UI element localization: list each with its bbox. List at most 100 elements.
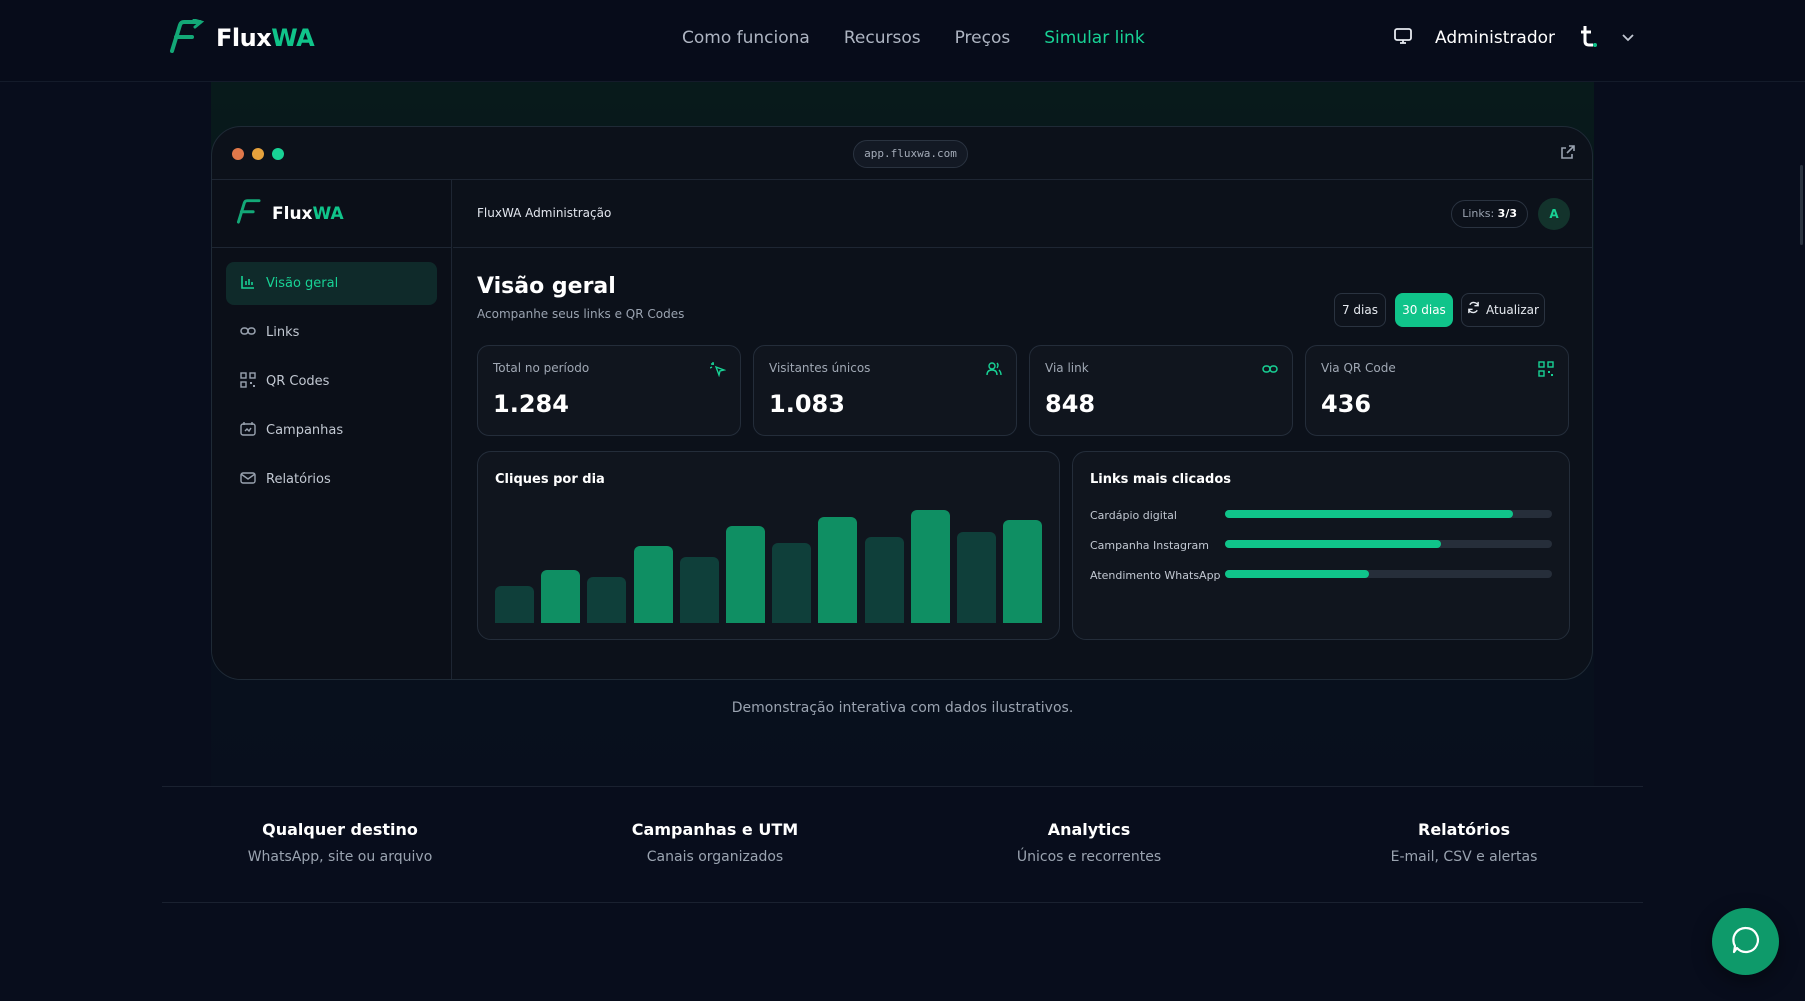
top-link-label: Atendimento WhatsApp bbox=[1090, 569, 1221, 582]
top-navbar: FluxWA Como funciona Recursos Preços Sim… bbox=[0, 0, 1805, 82]
sidebar-item-visao-geral[interactable]: Visão geral bbox=[226, 262, 437, 305]
app-topbar-title: FluxWA Administração bbox=[477, 206, 612, 220]
nav-link-simular-link[interactable]: Simular link bbox=[1044, 28, 1144, 48]
chart-bar bbox=[495, 586, 534, 623]
link-icon bbox=[240, 323, 256, 343]
campaign-icon bbox=[240, 421, 256, 441]
range-7-days-button[interactable]: 7 dias bbox=[1334, 293, 1386, 327]
chevron-down-icon[interactable] bbox=[1621, 29, 1635, 48]
feature-qualquer-destino: Qualquer destino WhatsApp, site ou arqui… bbox=[190, 820, 490, 865]
feature-title: Relatórios bbox=[1418, 820, 1510, 839]
top-link-label: Campanha Instagram bbox=[1090, 539, 1210, 552]
feature-title: Analytics bbox=[1047, 820, 1131, 839]
chart-bar bbox=[726, 526, 765, 623]
window-controls bbox=[232, 148, 284, 160]
stat-label: Visitantes únicos bbox=[769, 361, 871, 375]
nav-link-recursos[interactable]: Recursos bbox=[844, 28, 921, 48]
avatar[interactable]: A bbox=[1538, 198, 1570, 230]
feature-subtitle: Únicos e recorrentes bbox=[1016, 849, 1162, 865]
qr-code-icon bbox=[1538, 361, 1554, 381]
sidebar-item-relatorios[interactable]: Relatórios bbox=[226, 458, 437, 501]
stat-value: 436 bbox=[1321, 390, 1372, 418]
stat-value: 1.083 bbox=[769, 390, 845, 418]
nav-link-precos[interactable]: Preços bbox=[955, 28, 1011, 48]
scrollbar-thumb[interactable] bbox=[1800, 165, 1803, 245]
bar-chart-icon bbox=[240, 274, 256, 294]
flux-logo-icon bbox=[234, 198, 262, 229]
refresh-button[interactable]: Atualizar bbox=[1461, 293, 1545, 327]
chart-bar bbox=[679, 557, 719, 623]
sidebar-item-label: QR Codes bbox=[266, 374, 330, 389]
top-link-label: Cardápio digital bbox=[1090, 509, 1177, 522]
nav-link-como-funciona[interactable]: Como funciona bbox=[682, 28, 810, 48]
nav-right: Administrador bbox=[1393, 24, 1635, 52]
chart-bar bbox=[818, 517, 858, 623]
chart-bar bbox=[587, 577, 627, 623]
chat-bubble-icon bbox=[1731, 925, 1761, 959]
stat-card-via-qr-code: Via QR Code 436 bbox=[1305, 345, 1569, 436]
feature-title: Campanhas e UTM bbox=[631, 820, 799, 839]
sidebar-item-label: Visão geral bbox=[266, 276, 339, 291]
link-icon bbox=[1262, 361, 1278, 381]
pointer-click-icon bbox=[709, 361, 727, 381]
users-icon bbox=[986, 361, 1002, 381]
feature-relatorios: Relatórios E-mail, CSV e alertas bbox=[1314, 820, 1614, 865]
chart-bar bbox=[1003, 519, 1043, 623]
stats-cards: Total no período 1.284 Visitantes únicos… bbox=[477, 345, 1569, 436]
chart-title: Cliques por dia bbox=[495, 472, 605, 487]
sidebar-item-campanhas[interactable]: Campanhas bbox=[226, 409, 437, 452]
chart-bar bbox=[910, 510, 950, 623]
refresh-label: Atualizar bbox=[1486, 303, 1539, 317]
stat-label: Via link bbox=[1045, 361, 1089, 375]
sidebar-menu: Visão geral Links QR Codes Campanhas Rel… bbox=[212, 248, 451, 521]
window-dot-maximize bbox=[272, 148, 284, 160]
monitor-icon[interactable] bbox=[1393, 27, 1413, 49]
app-brand: FluxWA bbox=[272, 203, 344, 224]
window-dot-minimize bbox=[252, 148, 264, 160]
site-logo[interactable]: FluxWA bbox=[166, 18, 315, 57]
app-main: FluxWA Administração Links: 3/3 A Visão … bbox=[453, 180, 1592, 679]
feature-subtitle: WhatsApp, site ou arquivo bbox=[247, 849, 433, 865]
links-quota-badge: Links: 3/3 bbox=[1451, 200, 1528, 228]
top-link-track bbox=[1225, 510, 1552, 518]
divider-top bbox=[162, 786, 1643, 787]
mail-icon bbox=[240, 470, 256, 490]
nav-links: Como funciona Recursos Preços Simular li… bbox=[682, 28, 1145, 48]
feature-campanhas-utm: Campanhas e UTM Canais organizados bbox=[565, 820, 865, 865]
top-links-title: Links mais clicados bbox=[1090, 472, 1232, 487]
feature-subtitle: Canais organizados bbox=[646, 849, 784, 865]
feature-title: Qualquer destino bbox=[262, 820, 418, 839]
stat-card-via-link: Via link 848 bbox=[1029, 345, 1293, 436]
top-link-track bbox=[1225, 540, 1552, 548]
sidebar-item-links[interactable]: Links bbox=[226, 311, 437, 354]
app-logo[interactable]: FluxWA bbox=[212, 180, 451, 248]
clicks-per-day-panel: Cliques por dia bbox=[477, 451, 1060, 640]
page-title: Visão geral bbox=[477, 274, 616, 299]
feature-subtitle: E-mail, CSV e alertas bbox=[1390, 849, 1538, 865]
top-link-fill bbox=[1225, 540, 1441, 548]
external-link-icon[interactable] bbox=[1560, 144, 1576, 164]
stat-label: Via QR Code bbox=[1321, 361, 1396, 375]
address-bar: app.fluxwa.com bbox=[853, 140, 968, 168]
tumblr-icon[interactable] bbox=[1577, 24, 1599, 52]
app-sidebar: FluxWA Visão geral Links QR Codes Campan… bbox=[212, 180, 452, 679]
window-titlebar: app.fluxwa.com bbox=[212, 127, 1592, 180]
top-links-panel: Links mais clicados Cardápio digital Cam… bbox=[1072, 451, 1570, 640]
chart-bar bbox=[957, 532, 996, 623]
admin-label[interactable]: Administrador bbox=[1435, 28, 1555, 48]
refresh-icon bbox=[1467, 294, 1480, 326]
chart-bar bbox=[864, 536, 904, 623]
page-subtitle: Acompanhe seus links e QR Codes bbox=[477, 307, 685, 321]
chart-bar bbox=[772, 542, 812, 623]
range-30-days-button[interactable]: 30 dias bbox=[1395, 293, 1453, 327]
site-brand: FluxWA bbox=[216, 24, 315, 52]
app-topbar: FluxWA Administração Links: 3/3 A bbox=[453, 180, 1592, 248]
qr-code-icon bbox=[240, 371, 256, 392]
top-link-fill bbox=[1225, 570, 1369, 578]
window-dot-close bbox=[232, 148, 244, 160]
chat-button[interactable] bbox=[1712, 908, 1779, 975]
sidebar-item-qr-codes[interactable]: QR Codes bbox=[226, 360, 437, 403]
clicks-bar-chart bbox=[495, 508, 1045, 623]
sidebar-item-label: Campanhas bbox=[266, 423, 344, 438]
stat-card-unique-visitors: Visitantes únicos 1.083 bbox=[753, 345, 1017, 436]
